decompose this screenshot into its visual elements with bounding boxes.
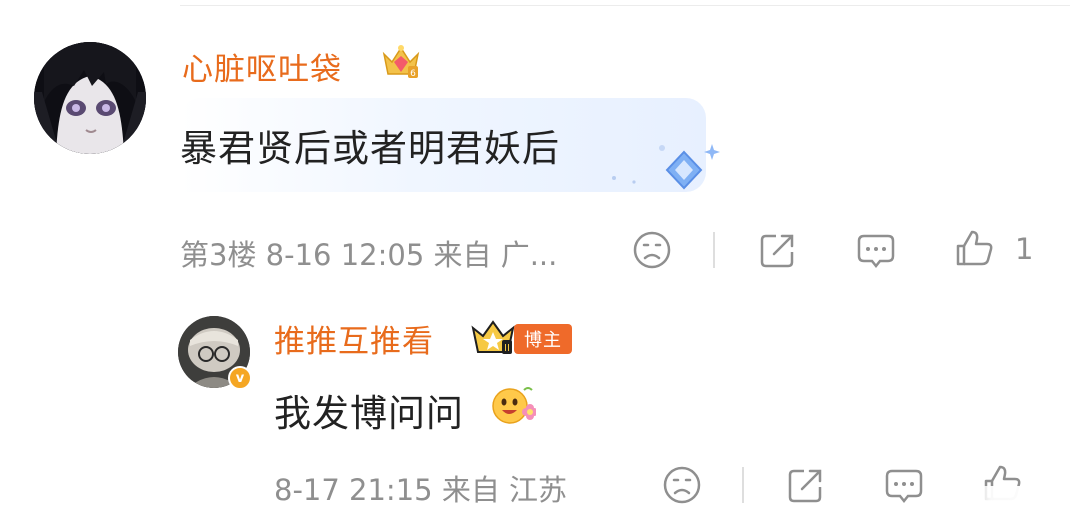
anime-avatar-icon <box>34 42 146 154</box>
share-icon[interactable] <box>784 463 828 507</box>
like-count: 1 <box>1015 232 1034 266</box>
svg-text:II: II <box>504 343 510 354</box>
username[interactable]: 心脏呕吐袋 <box>182 44 342 89</box>
dislike-face-icon[interactable] <box>630 228 674 272</box>
avatar[interactable] <box>34 42 146 154</box>
comment-text: 我发博问问 <box>274 392 464 435</box>
username[interactable]: 推推互推看 <box>274 316 434 361</box>
comment-meta: 8-17 21:15 来自 江苏 <box>274 473 568 507</box>
blogger-tag: 博主 <box>514 324 572 354</box>
separator <box>742 467 744 503</box>
share-icon[interactable] <box>756 228 800 272</box>
top-divider <box>180 5 1070 6</box>
comment-meta: 第3楼 8-16 12:05 来自 广... <box>180 238 558 272</box>
like-thumb-icon[interactable] <box>952 226 996 270</box>
avatar[interactable]: v <box>178 316 252 390</box>
gold-crown-icon: II <box>471 320 515 354</box>
diamond-crown-icon: 6 <box>382 45 420 79</box>
comment-text: 暴君贤后或者明君妖后 <box>180 127 560 170</box>
separator <box>713 232 715 268</box>
comment-icon[interactable] <box>882 463 926 507</box>
dislike-face-icon[interactable] <box>660 463 704 507</box>
verified-badge: v <box>228 366 252 390</box>
svg-text:6: 6 <box>410 69 416 79</box>
watermark-overlay <box>948 486 1070 528</box>
flower-face-emoji-icon <box>492 387 536 424</box>
comment-icon[interactable] <box>854 228 898 272</box>
bubble-diamond-icon <box>612 144 720 190</box>
